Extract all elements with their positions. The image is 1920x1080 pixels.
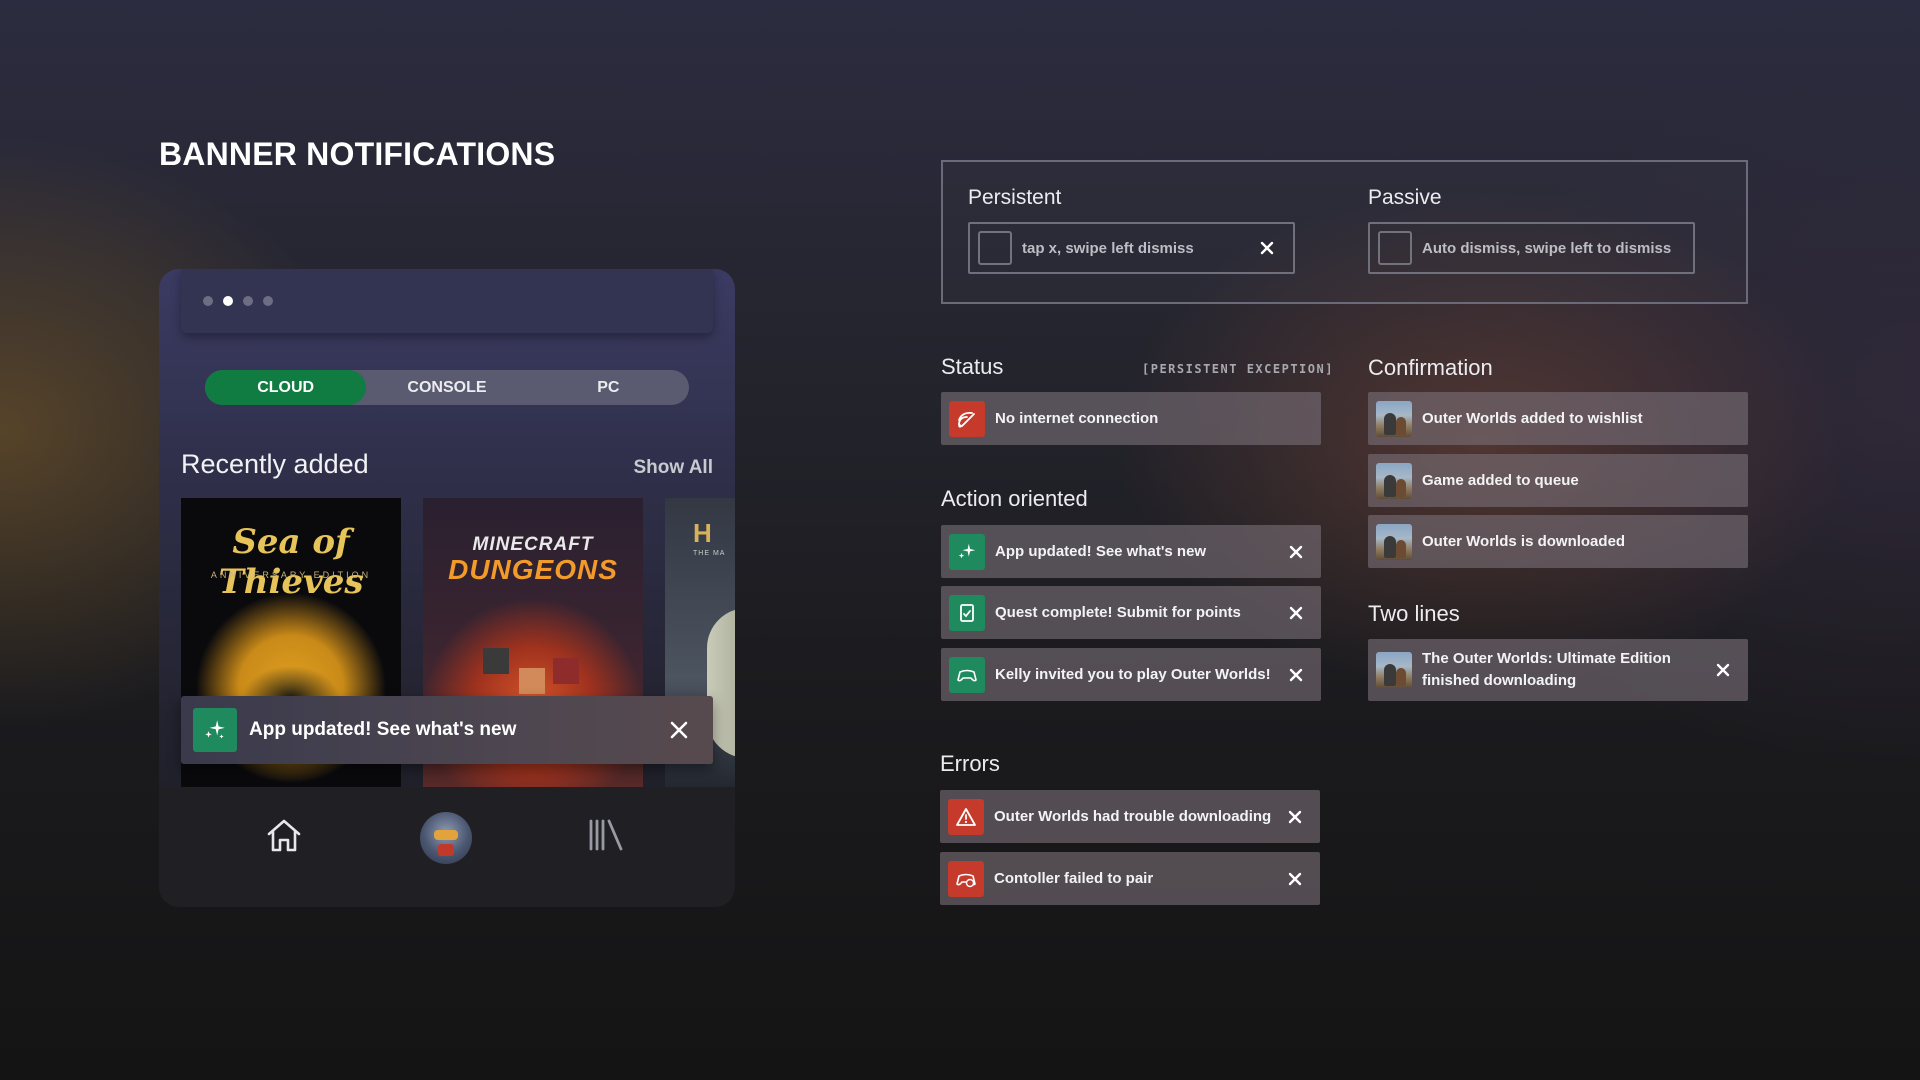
- library-icon[interactable]: [587, 817, 627, 853]
- tile-art: [553, 658, 579, 684]
- pager-dot[interactable]: [203, 296, 213, 306]
- pager: [181, 269, 713, 333]
- banner-pair-error[interactable]: Contoller failed to pair: [940, 852, 1320, 905]
- home-icon[interactable]: [264, 815, 304, 855]
- close-icon[interactable]: [1282, 866, 1308, 892]
- sparkle-icon: [193, 708, 237, 752]
- two-lines-title: Two lines: [1368, 601, 1460, 626]
- banner-text: Outer Worlds added to wishlist: [1422, 409, 1643, 427]
- quest-icon: [949, 594, 985, 631]
- banner-text-line2: finished downloading: [1422, 672, 1577, 689]
- toast-text: App updated! See what's new: [249, 719, 517, 740]
- segment-cloud[interactable]: CLOUD: [205, 370, 367, 405]
- banner-two-lines[interactable]: The Outer Worlds: Ultimate Edition finis…: [1368, 639, 1748, 701]
- page-title: BANNER NOTIFICATIONS: [159, 136, 556, 172]
- banner-toast[interactable]: App updated! See what's new: [181, 696, 713, 764]
- banner-text: Game added to queue: [1422, 471, 1579, 489]
- game-thumbnail: [1376, 400, 1412, 437]
- banner-app-updated[interactable]: App updated! See what's new: [941, 525, 1321, 578]
- warning-icon: [948, 798, 984, 835]
- banner-text: Outer Worlds had trouble downloading: [994, 807, 1272, 825]
- status-title: Status: [941, 354, 1004, 379]
- close-icon[interactable]: [1282, 804, 1308, 830]
- banner-text: App updated! See what's new: [995, 542, 1207, 560]
- legend-persistent-text: tap x, swipe left dismiss: [1022, 239, 1194, 257]
- icon-placeholder: [978, 231, 1012, 265]
- close-icon[interactable]: [1283, 662, 1309, 688]
- banner-no-internet[interactable]: No internet connection: [941, 392, 1321, 445]
- pager-dot[interactable]: [263, 296, 273, 306]
- game-thumbnail: [1376, 652, 1412, 688]
- close-icon[interactable]: [1710, 657, 1736, 683]
- pager-dot[interactable]: [243, 296, 253, 306]
- banner-text: The Outer Worlds: Ultimate Edition finis…: [1422, 648, 1710, 692]
- banner-download-error[interactable]: Outer Worlds had trouble downloading: [940, 790, 1320, 843]
- banner-text: Quest complete! Submit for points: [995, 603, 1241, 621]
- tile-logo: H: [693, 518, 712, 548]
- segment-pc[interactable]: PC: [528, 370, 689, 405]
- close-icon[interactable]: [1283, 539, 1309, 565]
- banner-queue[interactable]: Game added to queue: [1368, 454, 1748, 507]
- tile-art: [519, 668, 545, 694]
- close-icon[interactable]: [1255, 236, 1279, 260]
- tile-subtitle: ANNIVERSARY EDITION: [210, 570, 372, 580]
- banner-wishlist[interactable]: Outer Worlds added to wishlist: [1368, 392, 1748, 445]
- icon-placeholder: [1378, 231, 1412, 265]
- confirmation-title: Confirmation: [1368, 355, 1493, 380]
- tile-logo-sub: DUNGEONS: [448, 554, 618, 585]
- platform-segmented-control: CLOUD CONSOLE PC: [205, 370, 689, 405]
- controller-icon: [949, 656, 985, 693]
- tile-logo: Sea of Thieves: [218, 522, 364, 602]
- segment-console[interactable]: CONSOLE: [366, 370, 527, 405]
- tile-subtitle: THE MA: [693, 550, 726, 557]
- close-icon[interactable]: [665, 716, 693, 744]
- tile-logo: MINECRAFT: [472, 534, 594, 555]
- legend-panel: Persistent tap x, swipe left dismiss Pas…: [941, 160, 1748, 304]
- pager-dot-active[interactable]: [223, 296, 233, 306]
- phone-mockup: CLOUD CONSOLE PC Recently added Show All…: [159, 269, 735, 907]
- recently-added-title: Recently added: [181, 449, 369, 479]
- legend-passive-label: Passive: [1368, 186, 1442, 209]
- action-oriented-title: Action oriented: [941, 486, 1088, 511]
- banner-text: Kelly invited you to play Outer Worlds!: [995, 665, 1271, 683]
- status-tag: [PERSISTENT EXCEPTION]: [1142, 362, 1334, 376]
- legend-passive-text: Auto dismiss, swipe left to dismiss: [1422, 239, 1672, 257]
- show-all-link[interactable]: Show All: [633, 457, 713, 479]
- legend-persistent-label: Persistent: [968, 186, 1062, 209]
- game-thumbnail: [1376, 462, 1412, 499]
- sparkle-icon: [949, 533, 985, 570]
- game-thumbnail: [1376, 523, 1412, 560]
- controller-error-icon: [948, 860, 984, 897]
- banner-text: Outer Worlds is downloaded: [1422, 532, 1626, 550]
- bottom-nav: [159, 787, 735, 907]
- banner-text: No internet connection: [995, 409, 1159, 427]
- avatar[interactable]: [420, 812, 472, 864]
- legend-persistent-sample: tap x, swipe left dismiss: [968, 222, 1295, 274]
- banner-quest-complete[interactable]: Quest complete! Submit for points: [941, 586, 1321, 639]
- banner-invite[interactable]: Kelly invited you to play Outer Worlds!: [941, 648, 1321, 701]
- tile-art: [483, 648, 509, 674]
- close-icon[interactable]: [1283, 600, 1309, 626]
- errors-title: Errors: [940, 751, 1000, 776]
- no-wifi-icon: [949, 400, 985, 437]
- banner-downloaded[interactable]: Outer Worlds is downloaded: [1368, 515, 1748, 568]
- legend-passive-sample: Auto dismiss, swipe left to dismiss: [1368, 222, 1695, 274]
- banner-text-line1: The Outer Worlds: Ultimate Edition: [1422, 650, 1671, 667]
- banner-text: Contoller failed to pair: [994, 869, 1154, 887]
